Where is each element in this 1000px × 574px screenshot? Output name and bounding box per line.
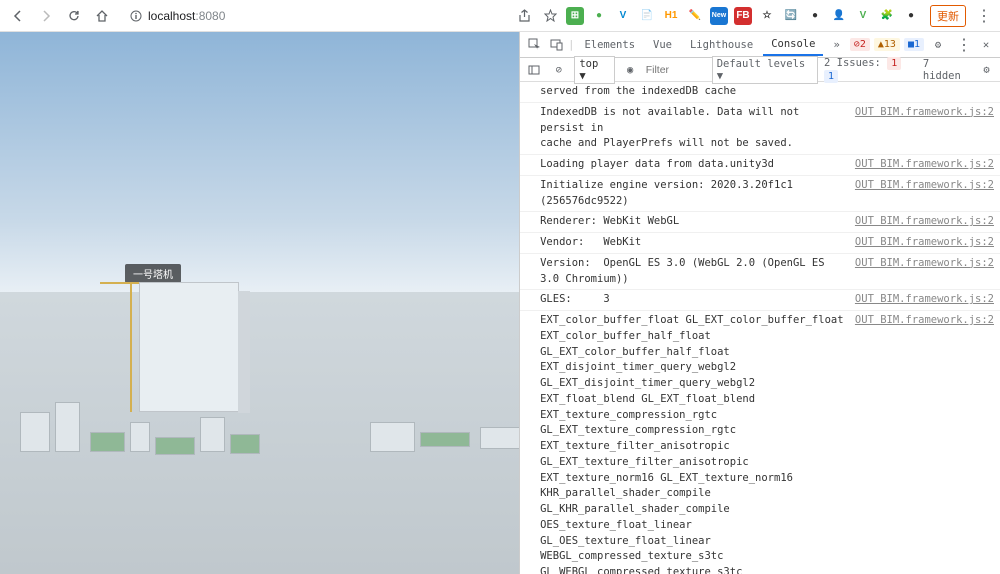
tab-lighthouse[interactable]: Lighthouse: [682, 35, 761, 55]
log-message: IndexedDB is not available. Data will no…: [540, 105, 855, 152]
issues-label[interactable]: 2 Issues: 1 1: [824, 57, 917, 83]
clear-console-icon[interactable]: ⊘: [549, 60, 568, 80]
log-message: served from the indexedDB cache: [540, 84, 994, 100]
log-message: Loading player data from data.unity3d: [540, 157, 855, 173]
url-host: localhost: [148, 9, 195, 23]
address-bar[interactable]: localhost:8080: [120, 4, 506, 28]
ext-icon-9[interactable]: ☆: [758, 7, 776, 25]
ext-icon-12[interactable]: 👤: [830, 7, 848, 25]
ext-icon-5[interactable]: H1: [662, 7, 680, 25]
ext-icon-13[interactable]: V: [854, 7, 872, 25]
console-log[interactable]: served from the indexedDB cache IndexedDB…: [520, 82, 1000, 574]
update-button[interactable]: 更新: [930, 5, 966, 27]
crane-label: 一号塔机: [125, 264, 181, 283]
log-message: EXT_color_buffer_float GL_EXT_color_buff…: [540, 313, 855, 574]
context-select[interactable]: top ▼: [574, 56, 614, 84]
log-entry[interactable]: Renderer: WebKit WebGLOUT BIM.framework.…: [520, 212, 1000, 233]
ext-icon-3[interactable]: V: [614, 7, 632, 25]
log-message: Vendor: WebKit: [540, 235, 855, 251]
log-message: Version: OpenGL ES 3.0 (WebGL 2.0 (OpenG…: [540, 256, 855, 288]
log-source[interactable]: OUT BIM.framework.js:2: [855, 235, 994, 251]
ext-icon-4[interactable]: 📄: [638, 7, 656, 25]
log-entry[interactable]: IndexedDB is not available. Data will no…: [520, 103, 1000, 155]
log-entry[interactable]: Vendor: WebKitOUT BIM.framework.js:2: [520, 233, 1000, 254]
menu-button[interactable]: ⋮: [976, 6, 992, 26]
tab-elements[interactable]: Elements: [576, 35, 643, 55]
log-entry[interactable]: Loading player data from data.unity3dOUT…: [520, 155, 1000, 176]
close-devtools-icon[interactable]: ✕: [976, 35, 996, 55]
devtools-panel: | Elements Vue Lighthouse Console » ⊘ 2 …: [519, 32, 1000, 574]
ext-icon-7[interactable]: New: [710, 7, 728, 25]
log-source[interactable]: OUT BIM.framework.js:2: [855, 157, 994, 173]
ext-icon-6[interactable]: ✏️: [686, 7, 704, 25]
info-badge[interactable]: ■ 1: [904, 38, 924, 51]
ext-icon-2[interactable]: ●: [590, 7, 608, 25]
ext-icon-8[interactable]: FB: [734, 7, 752, 25]
levels-select[interactable]: Default levels ▼: [712, 56, 818, 84]
log-message: Initialize engine version: 2020.3.20f1c1…: [540, 178, 855, 210]
filter-input[interactable]: [646, 64, 706, 76]
ext-icon-1[interactable]: ⊞: [566, 7, 584, 25]
ext-icon-14[interactable]: 🧩: [878, 7, 896, 25]
devtools-tabs: | Elements Vue Lighthouse Console » ⊘ 2 …: [520, 32, 1000, 58]
log-message: Renderer: WebKit WebGL: [540, 214, 855, 230]
site-info-icon[interactable]: [130, 10, 142, 22]
log-entry[interactable]: served from the indexedDB cache: [520, 82, 1000, 103]
log-entry[interactable]: EXT_color_buffer_float GL_EXT_color_buff…: [520, 311, 1000, 574]
log-source[interactable]: OUT BIM.framework.js:2: [855, 292, 994, 308]
reload-button[interactable]: [64, 6, 84, 26]
error-badge[interactable]: ⊘ 2: [850, 38, 870, 51]
bookmark-icon[interactable]: [540, 6, 560, 26]
log-source[interactable]: OUT BIM.framework.js:2: [855, 105, 994, 152]
log-message: GLES: 3: [540, 292, 855, 308]
log-source[interactable]: OUT BIM.framework.js:2: [855, 313, 994, 574]
toolbar-icons: ⊞ ● V 📄 H1 ✏️ New FB ☆ 🔄 ● 👤 V 🧩 ● 更新 ⋮: [514, 5, 992, 27]
log-entry[interactable]: GLES: 3OUT BIM.framework.js:2: [520, 290, 1000, 311]
webgl-viewport[interactable]: 一号塔机: [0, 32, 519, 574]
hidden-label[interactable]: 7 hidden: [923, 58, 971, 82]
forward-button[interactable]: [36, 6, 56, 26]
console-toolbar: ⊘ top ▼ ◉ Default levels ▼ 2 Issues: 1 1…: [520, 58, 1000, 82]
browser-toolbar: localhost:8080 ⊞ ● V 📄 H1 ✏️ New FB ☆ 🔄 …: [0, 0, 1000, 32]
ext-icon-15[interactable]: ●: [902, 7, 920, 25]
home-button[interactable]: [92, 6, 112, 26]
log-source[interactable]: OUT BIM.framework.js:2: [855, 178, 994, 210]
ext-icon-11[interactable]: ●: [806, 7, 824, 25]
ext-icon-10[interactable]: 🔄: [782, 7, 800, 25]
share-icon[interactable]: [514, 6, 534, 26]
tab-console[interactable]: Console: [763, 34, 823, 56]
console-sidebar-icon[interactable]: [524, 60, 543, 80]
devtools-menu[interactable]: ⋮: [956, 35, 972, 54]
log-entry[interactable]: Version: OpenGL ES 3.0 (WebGL 2.0 (OpenG…: [520, 254, 1000, 291]
device-icon[interactable]: [546, 35, 566, 55]
warn-badge[interactable]: ▲ 13: [874, 38, 900, 51]
url-port: :8080: [195, 9, 225, 23]
log-entry[interactable]: Initialize engine version: 2020.3.20f1c1…: [520, 176, 1000, 213]
eye-icon[interactable]: ◉: [621, 60, 640, 80]
tabs-overflow[interactable]: »: [825, 35, 847, 55]
back-button[interactable]: [8, 6, 28, 26]
console-settings-icon[interactable]: ⚙: [977, 60, 996, 80]
inspect-icon[interactable]: [524, 35, 544, 55]
tab-vue[interactable]: Vue: [645, 35, 680, 55]
settings-icon[interactable]: ⚙: [928, 35, 948, 55]
log-source[interactable]: OUT BIM.framework.js:2: [855, 214, 994, 230]
log-source[interactable]: OUT BIM.framework.js:2: [855, 256, 994, 288]
